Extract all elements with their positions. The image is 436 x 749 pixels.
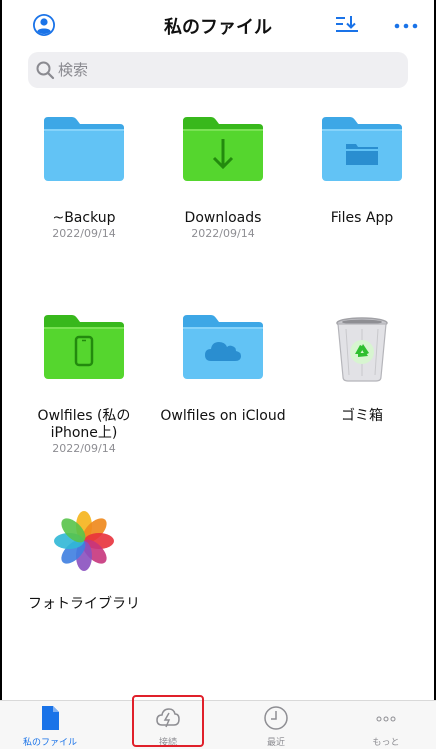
photos-flower-icon	[54, 511, 114, 571]
app-screen: 私のファイル 検索 ~Backup 2022/09/14 Downloads 2…	[0, 0, 436, 749]
cloud-bolt-icon	[156, 708, 180, 728]
window-left-border	[0, 0, 8, 749]
tab-label: 最近	[266, 738, 285, 748]
item-name-line2: iPhone上)	[50, 425, 118, 441]
tab-connect[interactable]: 接続	[118, 701, 218, 749]
item-name: Downloads	[184, 210, 262, 226]
document-icon	[42, 706, 59, 730]
sort-button[interactable]	[334, 12, 360, 38]
item-name: Files App	[330, 210, 394, 226]
blue-cloud-folder-icon	[183, 315, 263, 379]
folder-downloads[interactable]: Downloads 2022/09/14	[153, 115, 293, 241]
dots-icon	[376, 716, 396, 722]
item-name: ゴミ箱	[341, 408, 383, 424]
green-download-folder-icon	[183, 117, 263, 181]
tab-label: 私のファイル	[22, 738, 77, 748]
item-name: Owlfiles on iCloud	[160, 408, 286, 424]
folder-photo-library[interactable]: フォトライブラリ	[14, 508, 154, 613]
tab-recent[interactable]: 最近	[226, 701, 326, 749]
header: 私のファイル	[0, 0, 436, 50]
ellipsis-icon	[394, 23, 418, 29]
clock-icon	[264, 706, 288, 730]
folder-trash[interactable]: ゴミ箱	[292, 313, 432, 425]
folder-backup[interactable]: ~Backup 2022/09/14	[14, 115, 154, 241]
item-name-line1: Owlfiles (私の	[37, 408, 131, 424]
page-title: 私のファイル	[164, 17, 272, 38]
more-button[interactable]	[394, 18, 418, 32]
folder-owlfiles-iphone[interactable]: Owlfiles (私の iPhone上) 2022/09/14	[14, 313, 154, 456]
green-iphone-folder-icon	[44, 315, 124, 379]
tab-my-files[interactable]: 私のファイル	[0, 701, 100, 749]
item-date: 2022/09/14	[52, 227, 116, 240]
tab-more[interactable]: もっと	[336, 701, 436, 749]
sort-down-icon	[336, 16, 358, 32]
search-icon	[36, 61, 55, 80]
tab-bar: 私のファイル 接続 最近 もっと	[0, 700, 436, 749]
tab-label: 接続	[158, 738, 177, 748]
search-input[interactable]	[58, 52, 388, 88]
folder-owlfiles-icloud[interactable]: Owlfiles on iCloud	[153, 313, 293, 425]
blue-folder-icon	[44, 117, 124, 181]
folder-files-app[interactable]: Files App	[292, 115, 432, 227]
search-bar[interactable]	[28, 52, 408, 88]
blue-files-folder-icon	[322, 117, 402, 181]
item-date: 2022/09/14	[52, 442, 116, 455]
item-name: フォトライブラリ	[28, 596, 140, 612]
tab-label: もっと	[372, 738, 400, 748]
trash-bin-icon	[336, 317, 388, 382]
item-date: 2022/09/14	[191, 227, 255, 240]
item-name: ~Backup	[52, 210, 116, 226]
